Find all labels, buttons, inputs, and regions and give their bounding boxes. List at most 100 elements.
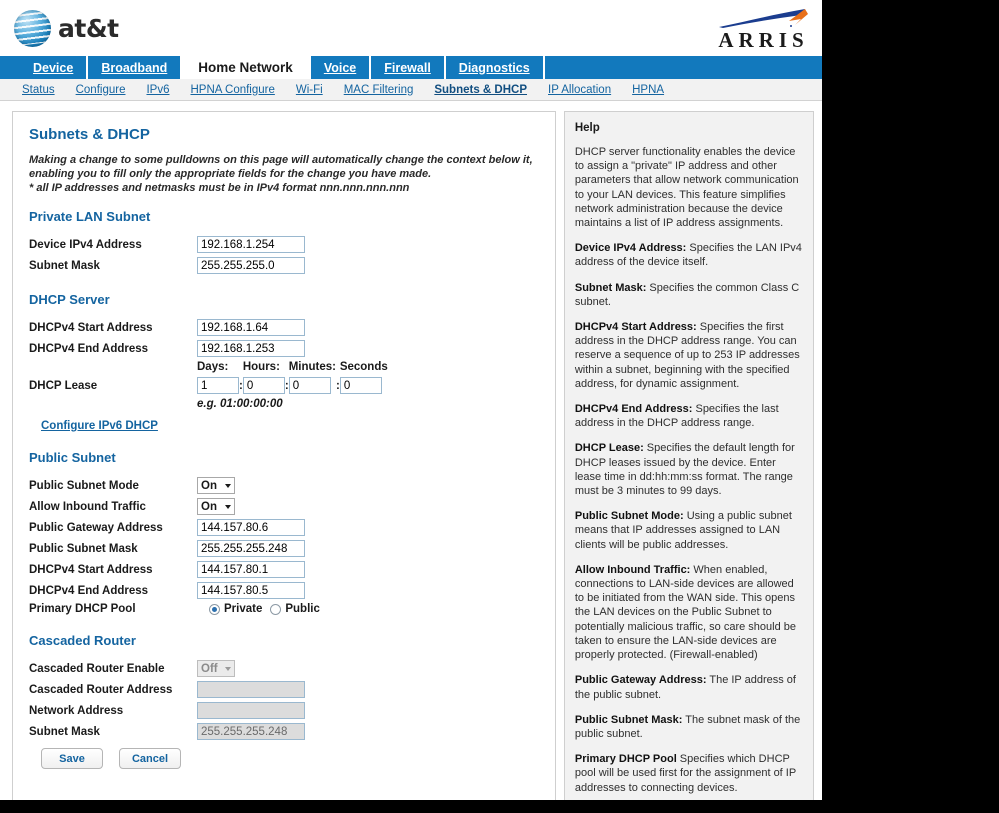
chevron-down-icon	[225, 483, 231, 488]
field-row-dhcp-end: DHCPv4 End Address	[29, 338, 388, 359]
private-lan-form: Device IPv4 Address Subnet Mask	[29, 234, 305, 276]
lease-input-row: DHCP Lease : : :	[29, 375, 388, 396]
lease-header-row: Days: Hours: Minutes: Seconds	[29, 359, 388, 375]
label-public-subnet-mask: Public Subnet Mask	[29, 542, 138, 555]
tab-firewall[interactable]: Firewall	[371, 56, 446, 79]
field-row-public-gateway: Public Gateway Address	[29, 517, 320, 538]
label-subnet-mask: Subnet Mask	[29, 259, 100, 272]
intro-line-1: Making a change to some pulldowns on thi…	[29, 154, 533, 180]
lease-seconds-input[interactable]	[339, 377, 382, 394]
help-paragraph-public-gateway: Public Gateway Address: The IP address o…	[575, 673, 803, 701]
configure-ipv6-dhcp-link[interactable]: Configure IPv6 DHCP	[41, 420, 158, 432]
lease-days-input[interactable]	[197, 377, 239, 394]
radio-private-label: Private	[224, 603, 263, 615]
help-term-device-ipv4: Device IPv4 Address:	[574, 242, 687, 255]
public-gateway-input[interactable]	[197, 519, 305, 536]
dhcp-end-input[interactable]	[197, 340, 305, 357]
lease-example-row: e.g. 01:00:00:00	[29, 396, 388, 412]
tab-voice[interactable]: Voice	[311, 56, 372, 79]
cascaded-router-form: Cascaded Router Enable Off Cascaded Rout…	[29, 658, 305, 742]
dhcp-start-input[interactable]	[197, 319, 305, 336]
label-cascaded-router-address: Cascaded Router Address	[29, 683, 173, 696]
page-header: at&t ARRIS	[0, 0, 822, 56]
arris-swoosh-icon	[709, 8, 814, 29]
device-ipv4-input[interactable]	[197, 236, 305, 253]
chevron-down-icon	[225, 666, 231, 671]
subtab-ip-allocation[interactable]: IP Allocation	[548, 84, 611, 96]
tab-home-network[interactable]: Home Network	[182, 56, 311, 79]
help-paragraph-primary-pool: Primary DHCP Pool Specifies which DHCP p…	[575, 752, 803, 795]
public-subnet-mode-select[interactable]: On	[197, 477, 235, 494]
att-wordmark: at&t	[58, 14, 119, 43]
cascaded-router-address-input[interactable]	[197, 681, 305, 698]
settings-panel: Subnets & DHCP Making a change to some p…	[12, 111, 556, 800]
subtab-mac-filtering[interactable]: MAC Filtering	[344, 84, 414, 96]
help-paragraph-inbound: Allow Inbound Traffic: When enabled, con…	[575, 563, 803, 662]
subtab-hpna-configure[interactable]: HPNA Configure	[191, 84, 275, 96]
field-row-public-dhcp-start: DHCPv4 Start Address	[29, 559, 320, 580]
label-cascaded-subnet-mask: Subnet Mask	[29, 725, 100, 738]
label-network-address: Network Address	[29, 704, 124, 717]
dhcp-server-form: DHCPv4 Start Address DHCPv4 End Address …	[29, 317, 388, 412]
help-paragraph-dhcp-lease: DHCP Lease: Specifies the default length…	[575, 441, 803, 498]
subtab-configure[interactable]: Configure	[76, 84, 126, 96]
cascaded-subnet-mask-input[interactable]	[197, 723, 305, 740]
help-term-primary-pool: Primary DHCP Pool	[574, 753, 677, 766]
field-row-network-address: Network Address	[29, 700, 305, 721]
label-public-dhcp-end: DHCPv4 End Address	[29, 584, 149, 597]
field-row-cascaded-enable: Cascaded Router Enable Off	[29, 658, 305, 679]
network-address-input[interactable]	[197, 702, 305, 719]
page-title: Subnets & DHCP	[29, 126, 150, 143]
main-columns: Subnets & DHCP Making a change to some p…	[0, 111, 822, 800]
label-allow-inbound-traffic: Allow Inbound Traffic	[29, 500, 146, 513]
radio-option-public[interactable]: Public	[270, 603, 320, 615]
field-row-public-mask: Public Subnet Mask	[29, 538, 320, 559]
help-paragraph-public-mask: Public Subnet Mask: The subnet mask of t…	[575, 713, 803, 741]
public-dhcp-end-input[interactable]	[197, 582, 305, 599]
field-row-primary-pool: Primary DHCP Pool Private Public	[29, 601, 320, 617]
help-panel: Help DHCP server functionality enables t…	[563, 111, 814, 800]
radio-option-private[interactable]: Private	[209, 603, 262, 615]
label-cascaded-router-enable: Cascaded Router Enable	[29, 662, 165, 675]
tab-diagnostics[interactable]: Diagnostics	[446, 56, 545, 79]
help-term-subnet-mask: Subnet Mask:	[574, 281, 647, 294]
subtab-subnets-dhcp[interactable]: Subnets & DHCP	[434, 84, 527, 96]
label-public-dhcp-start: DHCPv4 Start Address	[29, 563, 153, 576]
help-term-inbound: Allow Inbound Traffic:	[574, 563, 691, 576]
primary-dhcp-pool-radio-group: Private Public	[197, 603, 320, 615]
save-button[interactable]: Save	[41, 748, 103, 769]
lease-minutes-input[interactable]	[288, 377, 331, 394]
public-dhcp-start-input[interactable]	[197, 561, 305, 578]
arris-wordmark: ARRIS	[718, 28, 809, 52]
intro-line-2: * all IP addresses and netmasks must be …	[29, 182, 410, 194]
tab-device[interactable]: Device	[20, 56, 89, 79]
tab-broadband[interactable]: Broadband	[88, 56, 183, 79]
public-subnet-form: Public Subnet Mode On Allow Inbound Traf…	[29, 475, 320, 617]
cancel-button[interactable]: Cancel	[119, 748, 181, 769]
section-heading-private-lan: Private LAN Subnet	[29, 209, 151, 224]
radio-private-icon[interactable]	[209, 603, 220, 615]
label-dhcp-end: DHCPv4 End Address	[29, 342, 149, 355]
subtab-hpna[interactable]: HPNA	[632, 84, 664, 96]
cascaded-router-enable-select[interactable]: Off	[197, 660, 235, 677]
subtab-wifi[interactable]: Wi-Fi	[296, 84, 323, 96]
cascaded-router-enable-value: Off	[201, 662, 218, 675]
chevron-down-icon	[225, 504, 231, 509]
help-paragraph-dhcp-start: DHCPv4 Start Address: Specifies the firs…	[575, 320, 803, 391]
label-primary-dhcp-pool: Primary DHCP Pool	[29, 603, 136, 615]
subtab-ipv6[interactable]: IPv6	[146, 84, 169, 96]
radio-public-icon[interactable]	[270, 603, 282, 615]
subnet-mask-input[interactable]	[197, 257, 305, 274]
label-lease-days: Days:	[197, 361, 229, 373]
subtab-status[interactable]: Status	[22, 84, 55, 96]
help-term-public-mode: Public Subnet Mode:	[574, 510, 684, 523]
help-term-dhcp-start: DHCPv4 Start Address:	[574, 321, 697, 334]
lease-hours-input[interactable]	[242, 377, 285, 394]
help-text-inbound: When enabled, connections to LAN-side de…	[574, 563, 796, 662]
field-row-cascaded-address: Cascaded Router Address	[29, 679, 305, 700]
allow-inbound-traffic-select[interactable]: On	[197, 498, 235, 515]
allow-inbound-traffic-value: On	[201, 500, 217, 513]
label-lease-seconds: Seconds	[339, 361, 388, 373]
help-paragraph-overview: DHCP server functionality enables the de…	[574, 146, 799, 230]
public-subnet-mask-input[interactable]	[197, 540, 305, 557]
